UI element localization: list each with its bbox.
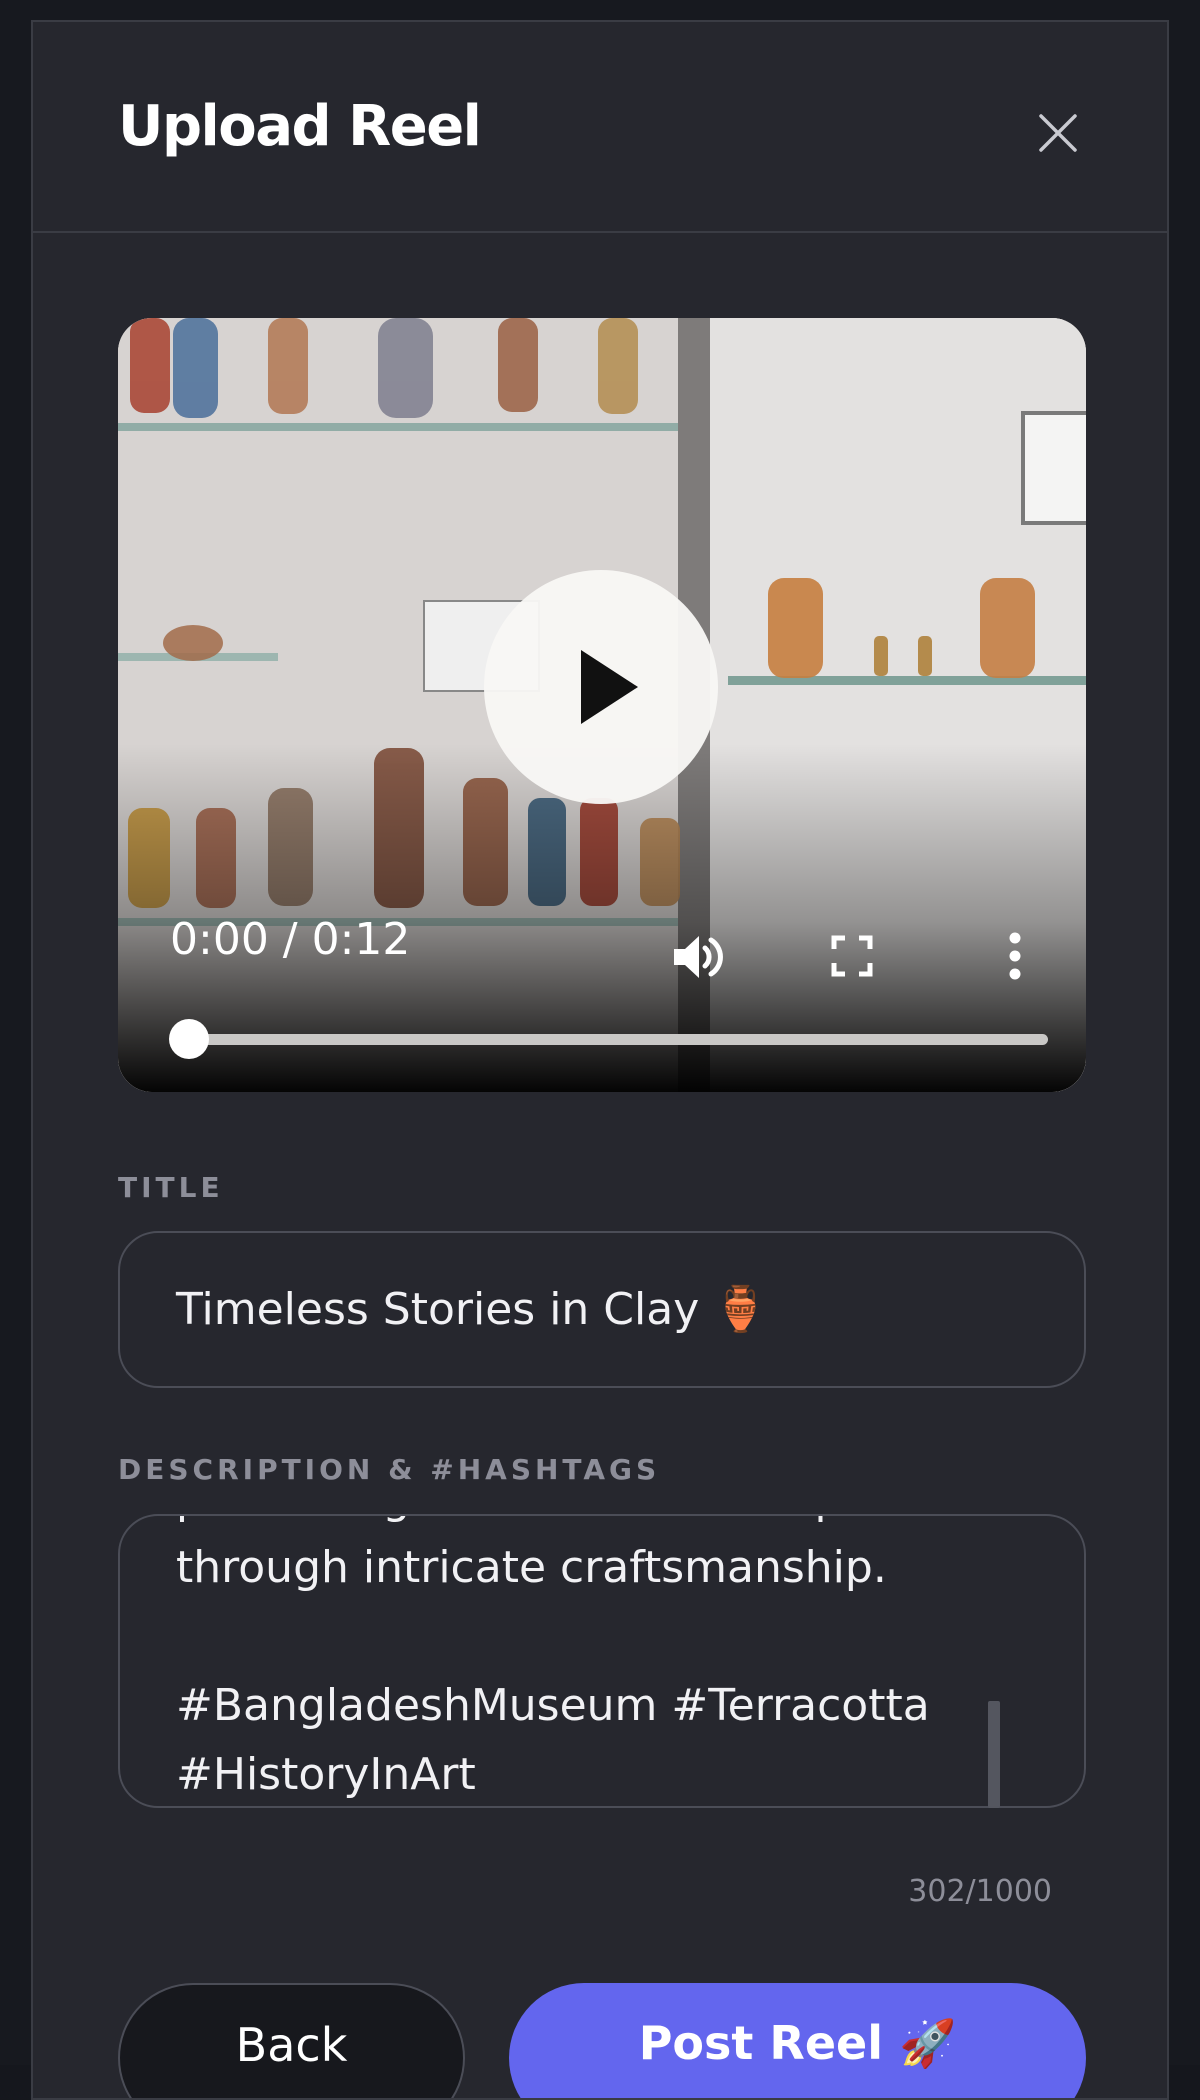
play-icon xyxy=(581,650,638,724)
fullscreen-icon xyxy=(831,935,873,977)
video-progress-knob[interactable] xyxy=(169,1019,209,1059)
title-input-value: Timeless Stories in Clay 🏺 xyxy=(176,1284,769,1335)
close-icon xyxy=(1039,114,1077,152)
volume-button[interactable] xyxy=(670,930,724,984)
video-progress-track[interactable] xyxy=(188,1034,1048,1045)
description-textarea[interactable]: preserving the stories of the past throu… xyxy=(118,1514,1086,1808)
character-count: 302/1000 xyxy=(908,1874,1052,1909)
more-options-button[interactable] xyxy=(1005,932,1025,980)
volume-icon xyxy=(674,936,723,978)
title-label: TITLE xyxy=(118,1171,224,1204)
video-player[interactable]: 0:00 / 0:12 xyxy=(118,318,1086,1092)
description-label: DESCRIPTION & #HASHTAGS xyxy=(118,1453,661,1486)
play-button[interactable] xyxy=(484,570,718,804)
description-text: preserving the stories of the past throu… xyxy=(176,1516,930,1800)
modal-header: Upload Reel xyxy=(33,22,1167,233)
upload-reel-modal: Upload Reel 0:00 / 0:12 TITLE Timeless S… xyxy=(31,20,1169,2100)
fullscreen-button[interactable] xyxy=(831,935,873,977)
description-scrollbar[interactable] xyxy=(988,1701,1000,1808)
more-options-icon xyxy=(1009,932,1021,980)
back-button[interactable]: Back xyxy=(118,1983,465,2098)
video-time: 0:00 / 0:12 xyxy=(170,914,411,965)
post-reel-button[interactable]: Post Reel 🚀 xyxy=(509,1983,1086,2098)
close-button[interactable] xyxy=(1033,108,1083,158)
modal-title: Upload Reel xyxy=(118,94,482,159)
title-input[interactable]: Timeless Stories in Clay 🏺 xyxy=(118,1231,1086,1388)
